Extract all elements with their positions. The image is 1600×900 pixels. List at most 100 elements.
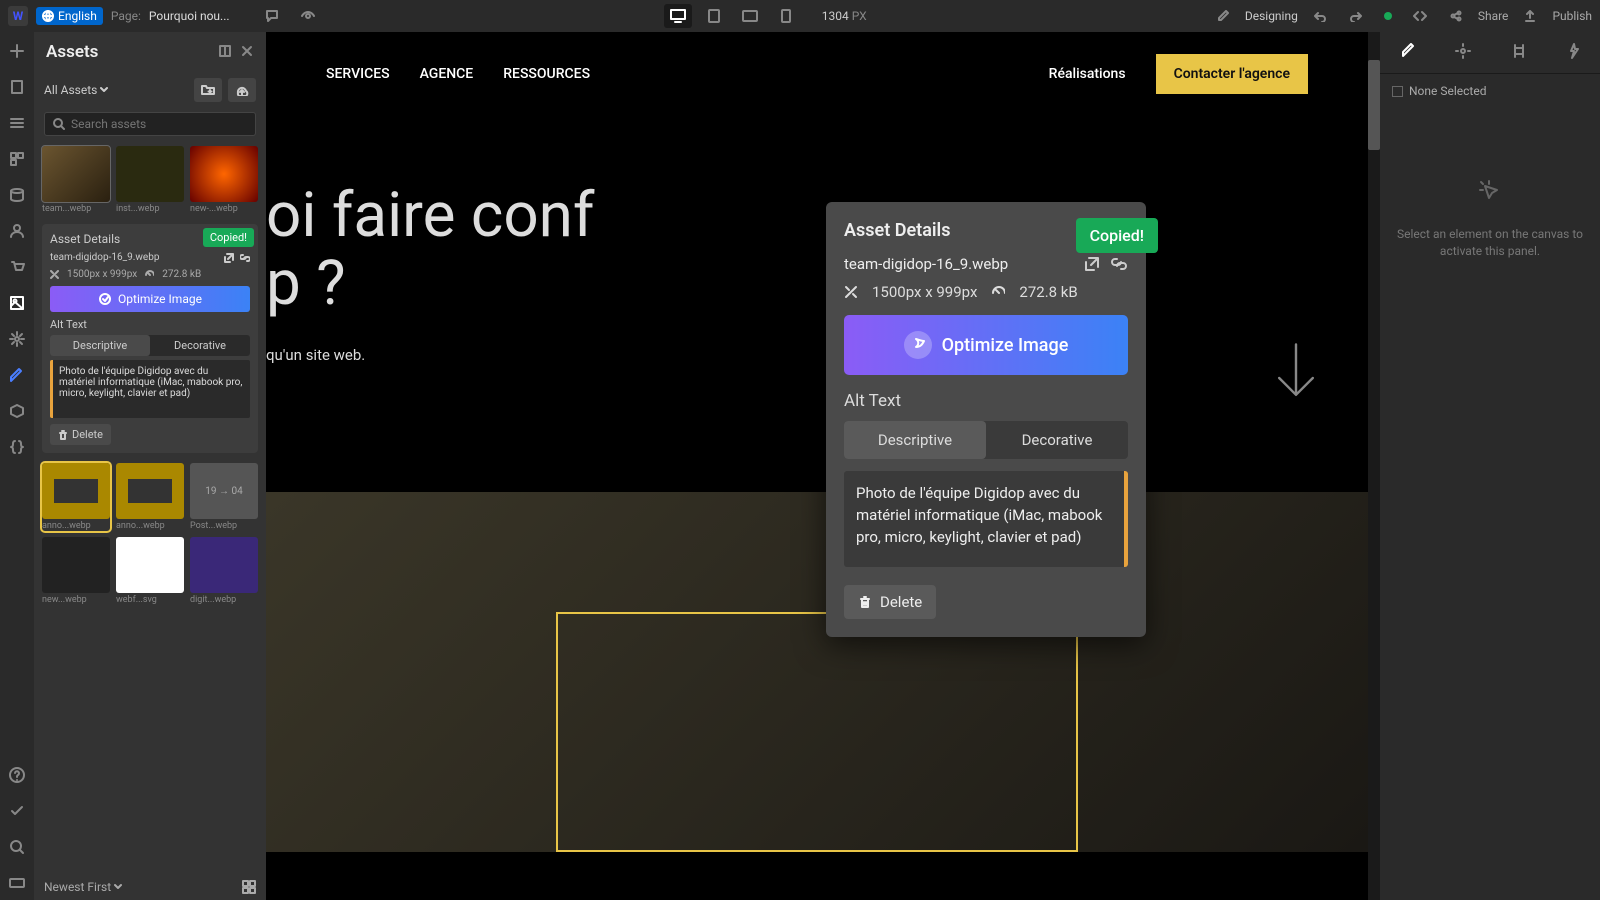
right-panel: None Selected Select an element on the c… (1380, 32, 1600, 900)
asset-item[interactable]: digit...webp (190, 537, 258, 605)
alt-text-sm[interactable]: Photo de l'équipe Digidop avec du matéri… (50, 360, 250, 418)
asset-item[interactable]: anno...webp (42, 463, 110, 531)
asset-item[interactable]: new-...webp (190, 146, 258, 214)
help-icon[interactable] (8, 766, 26, 784)
pen-tool-icon[interactable] (8, 366, 26, 384)
publish-label[interactable]: Publish (1552, 9, 1592, 23)
delete-button-sm[interactable]: Delete (50, 424, 111, 445)
publish-icon[interactable] (1516, 4, 1544, 28)
filesize-icon (991, 285, 1005, 299)
components-icon[interactable] (8, 150, 26, 168)
tab-descriptive-sm[interactable]: Descriptive (50, 335, 150, 356)
asset-item[interactable]: anno...webp (116, 463, 184, 531)
assets-panel: Assets All Assets team...webp inst...web… (34, 32, 266, 900)
external-link-icon[interactable] (1084, 256, 1100, 272)
apps-icon[interactable] (8, 402, 26, 420)
selector-row[interactable]: None Selected (1380, 74, 1600, 108)
share-icon[interactable] (1442, 4, 1470, 28)
alt-label-sm: Alt Text (50, 318, 250, 331)
asset-label: digit...webp (190, 595, 258, 605)
search-nav-icon[interactable] (8, 838, 26, 856)
device-mobile-icon[interactable] (772, 4, 800, 28)
close-icon[interactable] (240, 43, 254, 62)
asset-details-small: Asset Details Copied! team-digidop-16_9.… (42, 224, 258, 453)
page-name[interactable]: Pourquoi nou... (149, 9, 230, 23)
optimize-icon (98, 292, 112, 306)
nav-realisations[interactable]: Réalisations (1049, 66, 1126, 82)
grid-view-icon[interactable] (242, 880, 256, 894)
assets-search[interactable] (44, 112, 256, 136)
audit-icon[interactable] (8, 802, 26, 820)
nav-services[interactable]: SERVICES (326, 66, 390, 82)
assets-sort-dropdown[interactable]: Newest First (44, 880, 122, 894)
device-tablet-landscape-icon[interactable] (736, 4, 764, 28)
left-nav (0, 32, 34, 900)
alt-text-input[interactable] (844, 471, 1128, 567)
asset-item[interactable]: 19 → 04Post...webp (190, 463, 258, 531)
hero-video[interactable] (266, 492, 1368, 852)
users-icon[interactable] (8, 222, 26, 240)
arrow-down-icon[interactable] (1272, 342, 1320, 406)
pin-icon[interactable] (218, 43, 232, 62)
tab-descriptive[interactable]: Descriptive (844, 421, 986, 459)
asset-item[interactable]: new...webp (42, 537, 110, 605)
webflow-logo[interactable]: W (8, 6, 28, 26)
delete-button[interactable]: Delete (844, 585, 936, 619)
keyboard-icon[interactable] (8, 874, 26, 892)
assets-search-input[interactable] (71, 117, 247, 131)
settings-gear-icon[interactable] (8, 330, 26, 348)
viewport-width: 1304 (822, 9, 849, 23)
effects-tab-icon[interactable] (1560, 37, 1586, 69)
mode-label[interactable]: Designing (1245, 9, 1298, 23)
filesize-sm: 272.8 kB (162, 269, 201, 280)
share-label[interactable]: Share (1478, 9, 1509, 23)
settings-tab-icon[interactable] (1449, 37, 1477, 69)
pages-icon[interactable] (8, 78, 26, 96)
language-selector[interactable]: English (36, 7, 103, 25)
modal-filename: team-digidop-16_9.webp (844, 255, 1008, 273)
preview-icon[interactable] (294, 4, 322, 28)
canvas[interactable]: SERVICES AGENCE RESSOURCES Réalisations … (266, 32, 1380, 900)
add-icon[interactable] (8, 42, 26, 60)
nav-ressources[interactable]: RESSOURCES (503, 66, 590, 82)
nav-agence[interactable]: AGENCE (420, 66, 474, 82)
new-folder-button[interactable] (194, 78, 222, 102)
checkbox-icon (1392, 86, 1403, 97)
asset-item[interactable]: inst...webp (116, 146, 184, 214)
code-icon[interactable] (1406, 4, 1434, 28)
style-tab-icon[interactable] (1394, 37, 1422, 69)
copy-link-icon[interactable] (240, 253, 250, 263)
device-tablet-icon[interactable] (700, 4, 728, 28)
modal-title: Asset Details (844, 220, 950, 241)
cms-icon[interactable] (8, 186, 26, 204)
navigator-icon[interactable] (8, 114, 26, 132)
copy-link-icon[interactable] (1110, 256, 1128, 272)
empty-state: Select an element on the canvas to activ… (1394, 178, 1586, 260)
upload-button[interactable] (228, 78, 256, 102)
optimize-button-sm[interactable]: Optimize Image (50, 286, 250, 312)
contact-cta-button[interactable]: Contacter l'agence (1156, 54, 1308, 94)
assets-filter-dropdown[interactable]: All Assets (44, 83, 188, 97)
comment-icon[interactable] (258, 4, 286, 28)
tab-decorative[interactable]: Decorative (986, 421, 1128, 459)
undo-icon[interactable] (1306, 4, 1334, 28)
modal-filesize: 272.8 kB (1019, 283, 1077, 301)
assets-title: Assets (46, 42, 98, 62)
asset-item[interactable]: webf...svg (116, 537, 184, 605)
filename-sm: team-digidop-16_9.webp (50, 252, 159, 263)
asset-label: webf...svg (116, 595, 184, 605)
asset-item[interactable]: team...webp (42, 146, 110, 214)
device-desktop-icon[interactable] (664, 4, 692, 28)
assets-icon[interactable] (8, 294, 26, 312)
redo-icon[interactable] (1342, 4, 1370, 28)
variables-icon[interactable] (8, 438, 26, 456)
hero-heading[interactable]: oi faire confp ? (266, 182, 594, 318)
optimize-button[interactable]: Optimize Image (844, 315, 1128, 375)
hero-subtext[interactable]: qu'un site web. (266, 346, 594, 364)
ecommerce-icon[interactable] (8, 258, 26, 276)
external-link-icon[interactable] (224, 253, 234, 263)
canvas-scrollbar[interactable] (1368, 32, 1380, 900)
edit-pen-icon[interactable] (1209, 4, 1237, 28)
interactions-tab-icon[interactable] (1505, 37, 1533, 69)
tab-decorative-sm[interactable]: Decorative (150, 335, 250, 356)
